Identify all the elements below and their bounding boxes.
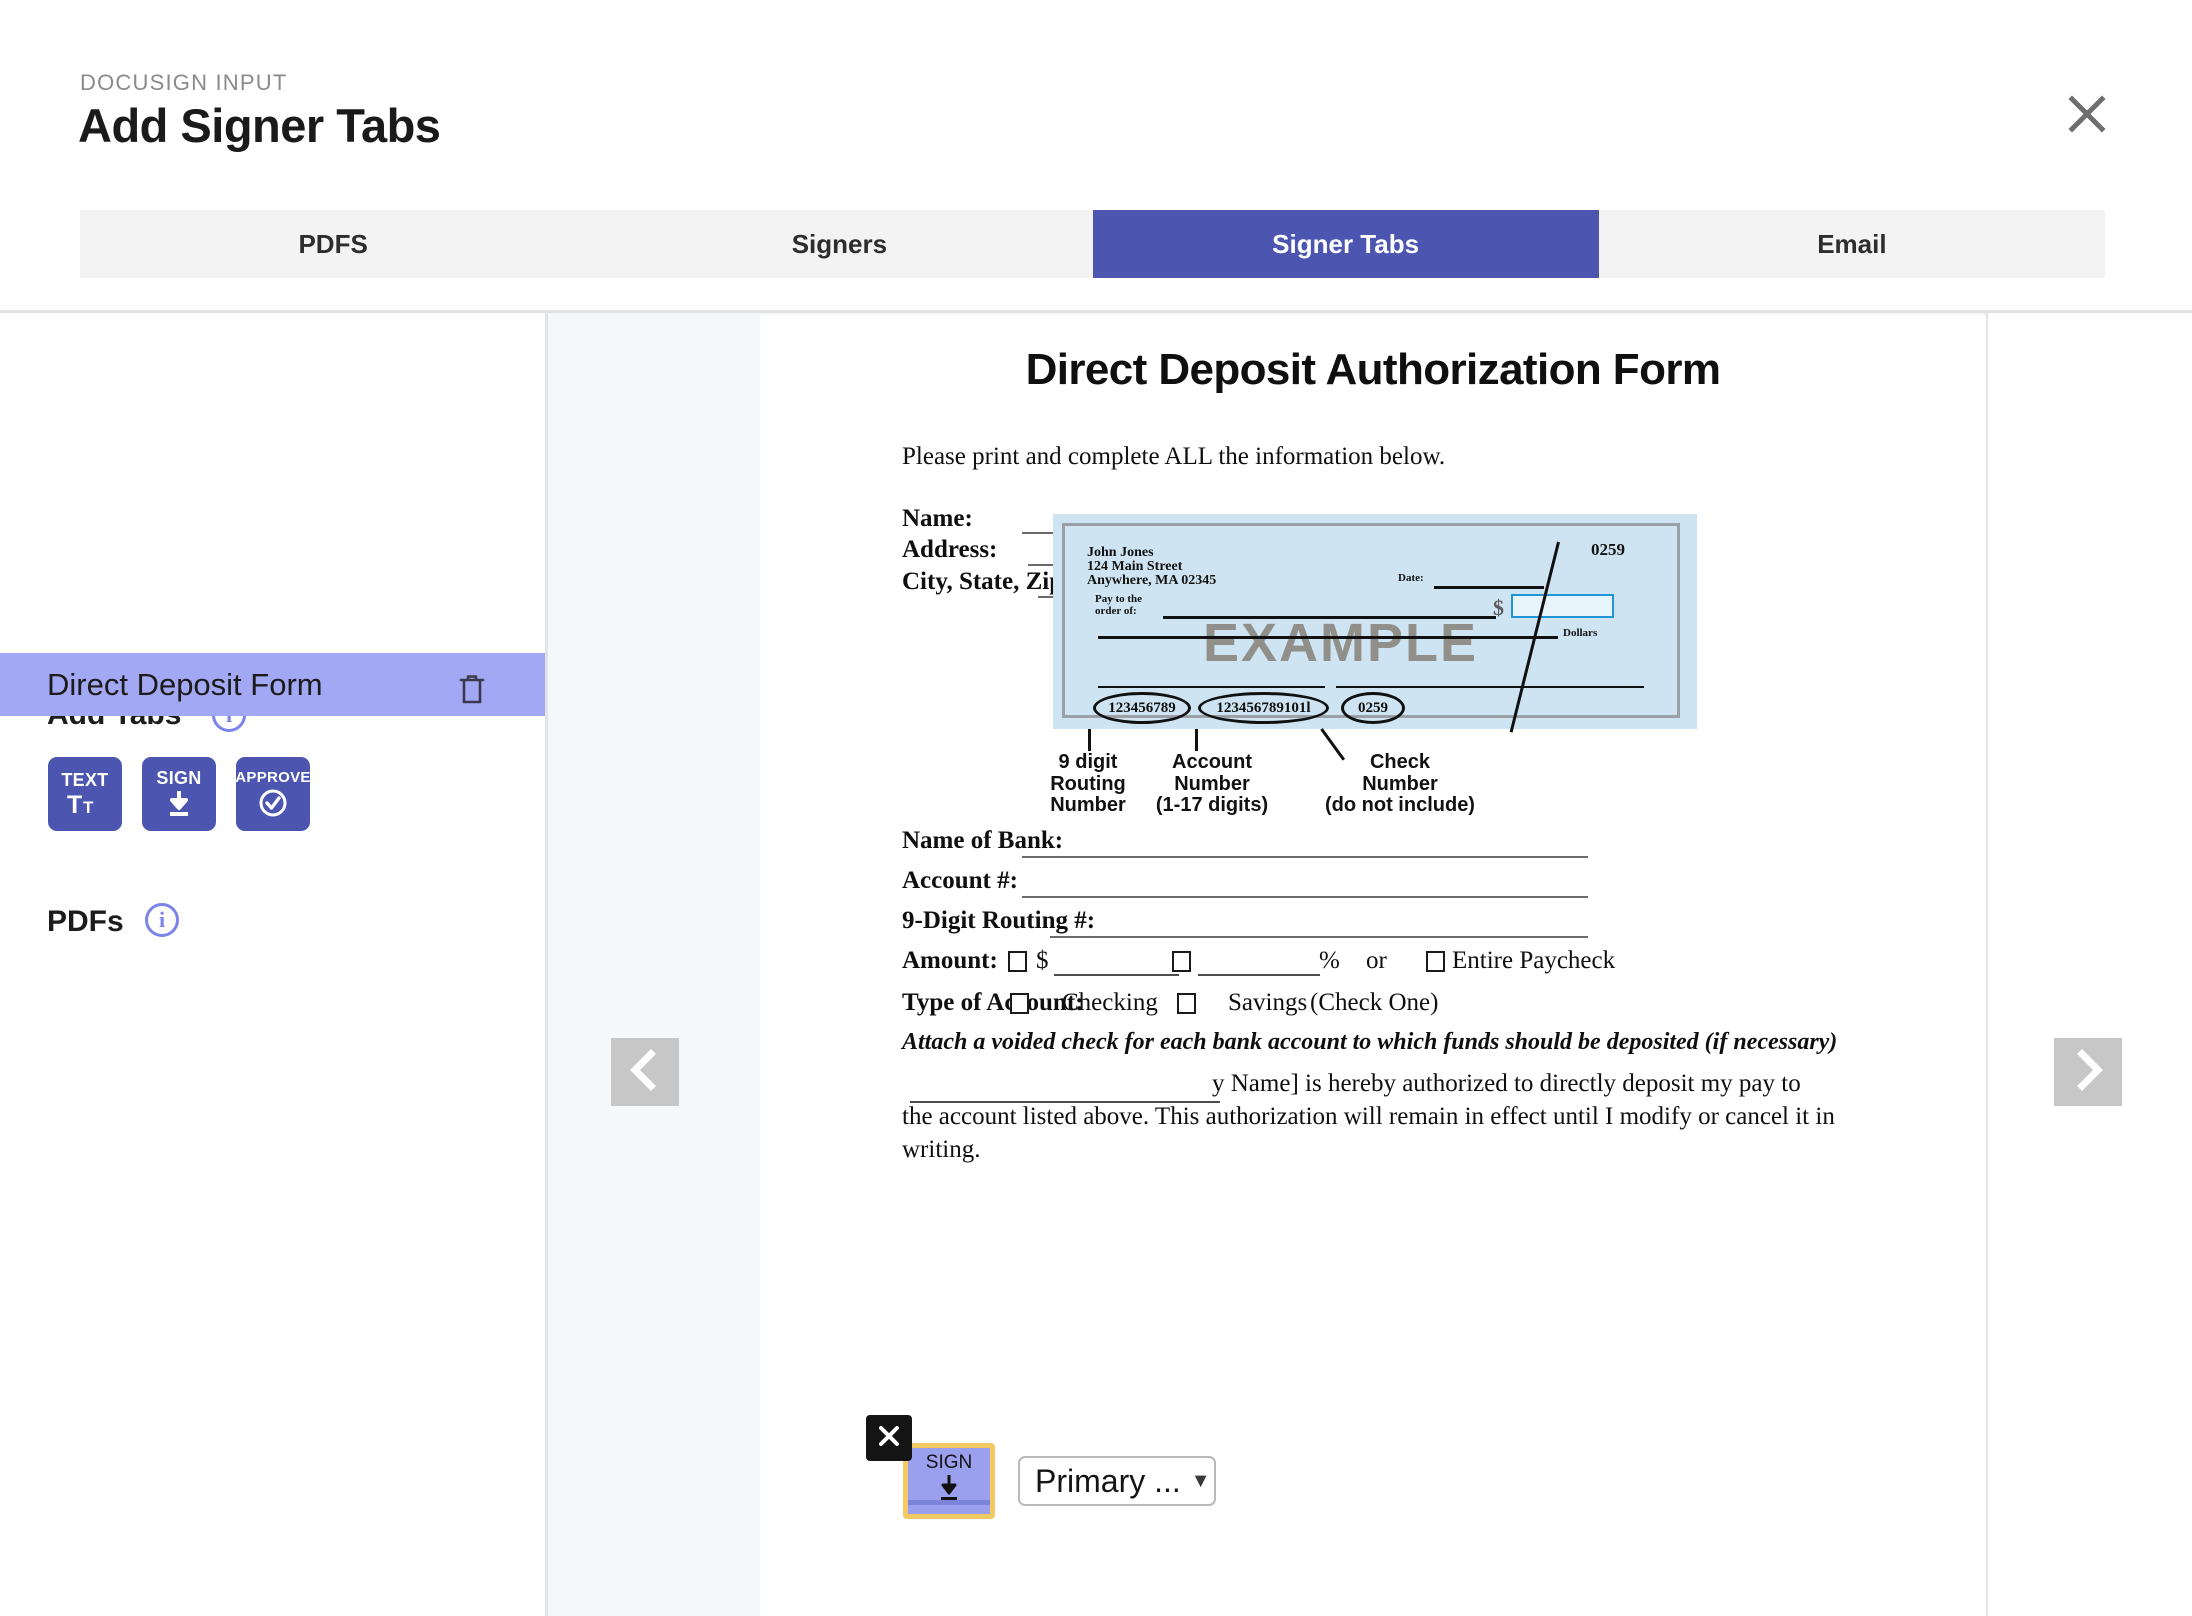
breadcrumb-eyebrow: DOCUSIGN INPUT bbox=[80, 70, 288, 95]
check-watermark: EXAMPLE bbox=[1203, 613, 1479, 673]
remove-tab-button[interactable] bbox=[866, 1415, 912, 1461]
left-sidebar: Add Tabs i TEXT TT SIGN APPROVE PDFs i bbox=[0, 313, 545, 1616]
tab-email[interactable]: Email bbox=[1599, 210, 2105, 278]
checkbox-amount-dollar[interactable] bbox=[1008, 951, 1027, 972]
field-line-routing bbox=[1050, 936, 1588, 938]
check-one-hint: (Check One) bbox=[1310, 989, 1439, 1016]
check-checknum-oval: 0259 bbox=[1341, 692, 1405, 724]
dialog-header: DOCUSIGN INPUT Add Signer Tabs bbox=[0, 0, 2192, 196]
checkbox-amount-percent[interactable] bbox=[1172, 951, 1191, 972]
tab-pdfs[interactable]: PDFS bbox=[80, 210, 586, 278]
approve-tab-label: APPROVE bbox=[235, 768, 311, 786]
checking-label: Checking bbox=[1062, 989, 1158, 1016]
previous-page-button[interactable] bbox=[611, 1038, 679, 1106]
checkbox-entire-paycheck[interactable] bbox=[1426, 951, 1445, 972]
field-label-amount: Amount: bbox=[902, 947, 998, 974]
field-label-city: City, State, Zip: bbox=[902, 568, 1072, 595]
check-circle-icon bbox=[256, 787, 290, 819]
tab-palette: TEXT TT SIGN APPROVE bbox=[48, 757, 310, 831]
amount-dollar-blank bbox=[1054, 974, 1179, 976]
wizard-tabstrip: PDFS Signers Signer Tabs Email bbox=[80, 210, 2105, 278]
chevron-left-icon bbox=[625, 1048, 665, 1097]
chevron-right-icon bbox=[2068, 1048, 2108, 1097]
field-label-name: Name: bbox=[902, 505, 973, 532]
amount-percent-blank bbox=[1198, 974, 1320, 976]
check-signature-line bbox=[1336, 686, 1644, 688]
check-memo-line bbox=[1098, 686, 1325, 688]
pdf-item-label: Direct Deposit Form bbox=[47, 666, 323, 702]
close-icon bbox=[874, 1421, 904, 1456]
pdf-page: Direct Deposit Authorization Form Please… bbox=[760, 315, 1986, 1616]
download-arrow-icon bbox=[162, 789, 196, 819]
field-label-account-type: Type of Account: bbox=[902, 989, 1084, 1016]
next-page-button[interactable] bbox=[2054, 1038, 2122, 1106]
check-routing-oval: 123456789 bbox=[1093, 692, 1191, 724]
field-line-account bbox=[1022, 896, 1588, 898]
close-dialog-button[interactable] bbox=[2052, 79, 2122, 149]
sign-tab-label: SIGN bbox=[925, 1451, 973, 1473]
callout-routing-number: 9 digit Routing Number bbox=[1050, 751, 1126, 817]
callout-account-number: Account Number (1-17 digits) bbox=[1155, 751, 1269, 817]
authorization-line-1: y Name] is hereby authorized to directly… bbox=[1212, 1070, 1801, 1097]
trash-icon[interactable] bbox=[455, 671, 489, 712]
check-dollars-line bbox=[1098, 636, 1558, 639]
check-number-top: 0259 bbox=[1591, 540, 1625, 559]
authorization-line-2: the account listed above. This authoriza… bbox=[902, 1103, 1835, 1130]
field-label-bank: Name of Bank: bbox=[902, 827, 1064, 854]
form-title: Direct Deposit Authorization Form bbox=[1025, 345, 1721, 394]
form-subtitle: Please print and complete ALL the inform… bbox=[902, 443, 1446, 470]
field-label-address: Address: bbox=[902, 536, 998, 563]
check-payto-line2: order of: bbox=[1095, 605, 1137, 617]
tab-signer-tabs[interactable]: Signer Tabs bbox=[1092, 210, 1599, 278]
check-amount-box bbox=[1511, 594, 1614, 618]
page-title: Add Signer Tabs bbox=[78, 99, 441, 152]
check-date-line bbox=[1434, 586, 1544, 589]
checkbox-savings[interactable] bbox=[1177, 993, 1196, 1014]
svg-text:T: T bbox=[67, 791, 82, 817]
leader-routing bbox=[1088, 729, 1091, 751]
pdf-list-item[interactable]: Direct Deposit Form bbox=[0, 653, 545, 716]
text-tab-button[interactable]: TEXT TT bbox=[48, 757, 122, 831]
savings-label: Savings bbox=[1228, 989, 1308, 1016]
pdfs-heading: PDFs bbox=[47, 905, 124, 938]
sample-check-image: John Jones 124 Main Street Anywhere, MA … bbox=[1053, 514, 1697, 733]
close-icon bbox=[2052, 79, 2122, 149]
field-line-bank bbox=[1022, 856, 1588, 858]
right-pane bbox=[1988, 313, 2192, 1616]
info-icon[interactable]: i bbox=[145, 903, 179, 937]
sign-tab-label: SIGN bbox=[156, 768, 202, 788]
direct-deposit-form: Direct Deposit Authorization Form Please… bbox=[760, 315, 1986, 1616]
approve-tab-button[interactable]: APPROVE bbox=[235, 757, 311, 831]
tab-signers[interactable]: Signers bbox=[586, 210, 1092, 278]
signer-select-value: Primary ... bbox=[1035, 1462, 1181, 1499]
amount-dollar-sign: $ bbox=[1036, 947, 1049, 974]
check-date-label: Date: bbox=[1398, 572, 1424, 584]
field-label-routing: 9-Digit Routing #: bbox=[902, 907, 1096, 934]
check-dollars-label: Dollars bbox=[1563, 627, 1598, 639]
entire-paycheck-label: Entire Paycheck bbox=[1452, 947, 1616, 974]
authorization-line-3: writing. bbox=[902, 1136, 981, 1163]
checkbox-checking[interactable] bbox=[1010, 993, 1029, 1014]
chevron-down-icon: ▼ bbox=[1190, 1469, 1211, 1492]
amount-percent-sign: % bbox=[1319, 947, 1340, 974]
placed-sign-tab[interactable]: SIGN bbox=[903, 1443, 995, 1519]
callout-check-number: Check Number (do not include) bbox=[1325, 751, 1475, 817]
leader-account bbox=[1195, 729, 1198, 751]
voided-check-note: Attach a voided check for each bank acco… bbox=[902, 1029, 1838, 1055]
amount-or-label: or bbox=[1366, 947, 1387, 974]
field-label-account: Account #: bbox=[902, 867, 1018, 894]
sign-tab-button[interactable]: SIGN bbox=[142, 757, 216, 831]
check-payer-city: Anywhere, MA 02345 bbox=[1087, 573, 1217, 588]
check-payto-line1: Pay to the bbox=[1095, 593, 1143, 605]
check-account-oval: 123456789101l bbox=[1198, 692, 1329, 724]
signer-select[interactable]: Primary ... ▼ bbox=[1018, 1456, 1216, 1506]
svg-text:T: T bbox=[83, 798, 94, 817]
check-dollar-sign: $ bbox=[1493, 595, 1504, 620]
sign-tab-underline bbox=[908, 1500, 990, 1505]
text-tab-label: TEXT bbox=[61, 770, 109, 790]
text-tab-icon: TT bbox=[67, 791, 103, 817]
